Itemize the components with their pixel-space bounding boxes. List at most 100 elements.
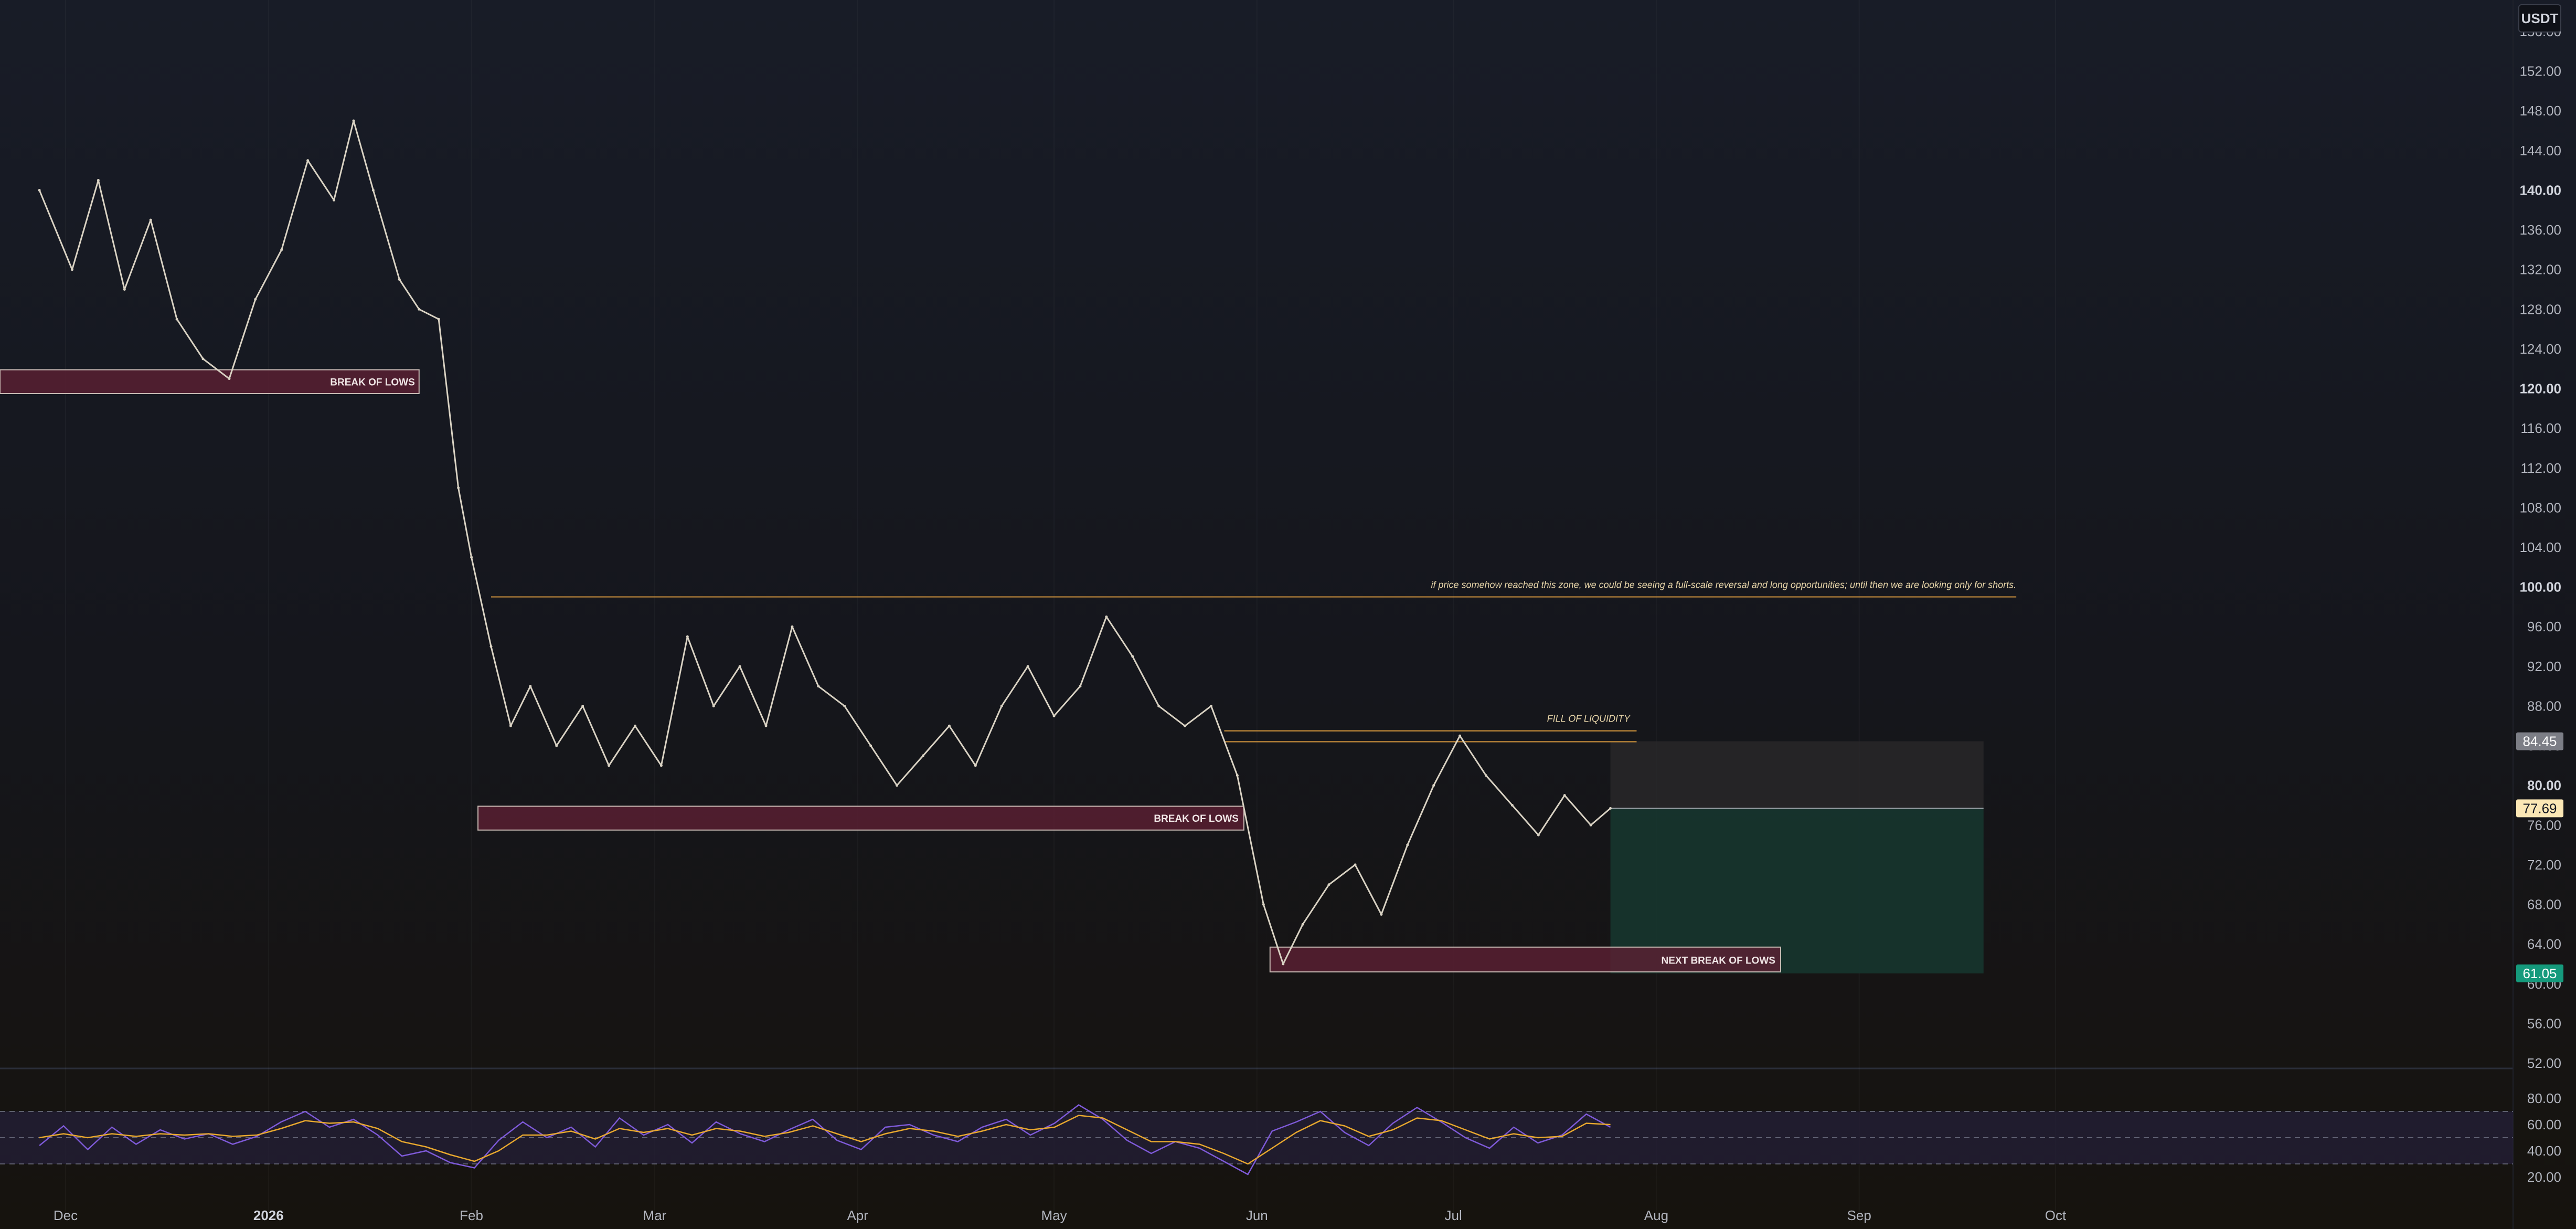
price-segment	[1511, 804, 1539, 836]
price-segment	[1000, 665, 1029, 707]
price-tick-label: 152.00	[2519, 63, 2561, 79]
last-price-badge: 77.69	[2516, 799, 2563, 818]
price-segment	[150, 219, 178, 320]
price-point	[1609, 807, 1612, 810]
zone-1[interactable]: BREAK OF LOWS	[0, 369, 420, 394]
price-segment	[123, 219, 152, 290]
price-tick-label: 112.00	[2520, 460, 2561, 476]
price-segment	[1563, 794, 1592, 826]
price-segment	[922, 725, 950, 757]
currency-button[interactable]: USDT	[2518, 4, 2561, 33]
time-axis[interactable]: Dec 2026 Feb Mar Apr May Jun Jul Aug Sep Oct	[54, 1207, 2067, 1223]
price-segment	[333, 120, 355, 201]
price-segment	[1485, 775, 1513, 806]
stop-price-badge: 84.45	[2516, 732, 2563, 750]
price-segment	[1027, 665, 1055, 717]
price-segment	[870, 745, 898, 787]
price-tick-label: 80.00	[2527, 778, 2561, 793]
price-tick-label: 72.00	[2527, 857, 2561, 873]
price-segment	[582, 705, 610, 767]
price-segment	[1590, 807, 1612, 826]
price-segment	[556, 705, 584, 747]
time-tick-label: Oct	[2045, 1207, 2067, 1223]
price-segment	[739, 665, 767, 727]
price-segment	[660, 635, 688, 767]
price-segment	[353, 120, 374, 191]
price-segment	[765, 626, 793, 727]
price-tick-label: 108.00	[2519, 500, 2561, 515]
price-chart[interactable]: BREAK OF LOWS BREAK OF LOWS NEXT BREAK O…	[0, 0, 2576, 1229]
price-tick-label: 56.00	[2527, 1015, 2561, 1031]
last-price-text: 77.69	[2522, 800, 2557, 816]
price-tick-label: 140.00	[2519, 182, 2561, 198]
rsi-tick-label: 60.00	[2527, 1117, 2561, 1132]
price-tick-label: 116.00	[2520, 420, 2561, 436]
rsi-tick-label: 40.00	[2527, 1143, 2561, 1159]
price-segment	[608, 725, 636, 767]
price-tick-label: 120.00	[2519, 381, 2561, 397]
short-position-tool[interactable]	[1610, 741, 1984, 973]
time-tick-label: 2026	[253, 1207, 284, 1223]
price-segment	[471, 556, 492, 648]
stop-loss-zone[interactable]	[1610, 741, 1984, 809]
price-segment	[490, 645, 512, 727]
price-segment	[418, 308, 440, 320]
time-tick-label: Feb	[460, 1207, 483, 1223]
price-segment	[398, 279, 420, 310]
price-segment	[438, 318, 460, 489]
price-segment	[281, 160, 309, 251]
price-segment	[228, 298, 257, 380]
price-tick-label: 96.00	[2527, 619, 2561, 634]
price-tick-label: 104.00	[2519, 539, 2561, 555]
time-tick-label: Mar	[643, 1207, 667, 1223]
price-segment	[71, 179, 99, 271]
price-segment	[307, 160, 335, 201]
price-segment	[791, 626, 819, 687]
target-price-text: 61.05	[2522, 966, 2557, 981]
price-tick-label: 124.00	[2519, 341, 2561, 357]
rsi-axis[interactable]: 20.00 40.00 60.00 80.00	[2527, 1090, 2561, 1185]
price-tick-label: 52.00	[2527, 1055, 2561, 1071]
price-tick-label: 136.00	[2519, 222, 2561, 238]
price-tick-label: 128.00	[2519, 301, 2561, 317]
rsi-tick-label: 80.00	[2527, 1090, 2561, 1106]
reversal-level-note: if price somehow reached this zone, we c…	[1431, 580, 2017, 590]
price-segment	[948, 725, 976, 767]
price-segment	[1132, 655, 1160, 707]
rsi-pane[interactable]	[0, 1104, 2513, 1175]
price-segment	[817, 685, 846, 707]
price-segment	[1380, 844, 1409, 915]
price-axis[interactable]: 52.0056.0060.0064.0068.0072.0076.0080.00…	[2519, 24, 2561, 1071]
time-tick-label: Dec	[54, 1207, 78, 1223]
price-segment	[1302, 884, 1330, 925]
price-tick-label: 100.00	[2519, 579, 2561, 595]
rsi-tick-label: 20.00	[2527, 1169, 2561, 1185]
price-segment	[529, 685, 558, 747]
price-tick-label: 64.00	[2527, 936, 2561, 952]
price-segment	[1210, 705, 1238, 777]
liquidity-level[interactable]: FILL OF LIQUIDITY	[1224, 714, 1637, 743]
price-segment	[1433, 735, 1461, 787]
price-segment	[686, 635, 715, 707]
time-tick-label: Sep	[1847, 1207, 1871, 1223]
price-tick-label: 132.00	[2519, 262, 2561, 278]
time-tick-label: Apr	[847, 1207, 868, 1223]
price-segment	[176, 318, 204, 360]
zone-2[interactable]: BREAK OF LOWS	[477, 806, 1244, 831]
price-segment	[1236, 775, 1264, 906]
time-tick-label: Jul	[1444, 1207, 1462, 1223]
price-segment	[1105, 616, 1134, 658]
price-tick-label: 148.00	[2519, 103, 2561, 119]
price-line[interactable]	[38, 119, 1612, 966]
reversal-level[interactable]: if price somehow reached this zone, we c…	[491, 580, 2017, 598]
price-segment	[372, 189, 400, 281]
zone-3[interactable]: NEXT BREAK OF LOWS	[1269, 946, 1781, 973]
break-of-lows-zone[interactable]	[477, 806, 1244, 831]
price-segment	[457, 487, 473, 558]
price-tick-label: 92.00	[2527, 659, 2561, 674]
price-tick-label: 88.00	[2527, 698, 2561, 714]
price-segment	[712, 665, 741, 707]
price-segment	[1079, 616, 1108, 687]
zone-label: NEXT BREAK OF LOWS	[1662, 955, 1775, 966]
zone-label: BREAK OF LOWS	[330, 377, 415, 388]
